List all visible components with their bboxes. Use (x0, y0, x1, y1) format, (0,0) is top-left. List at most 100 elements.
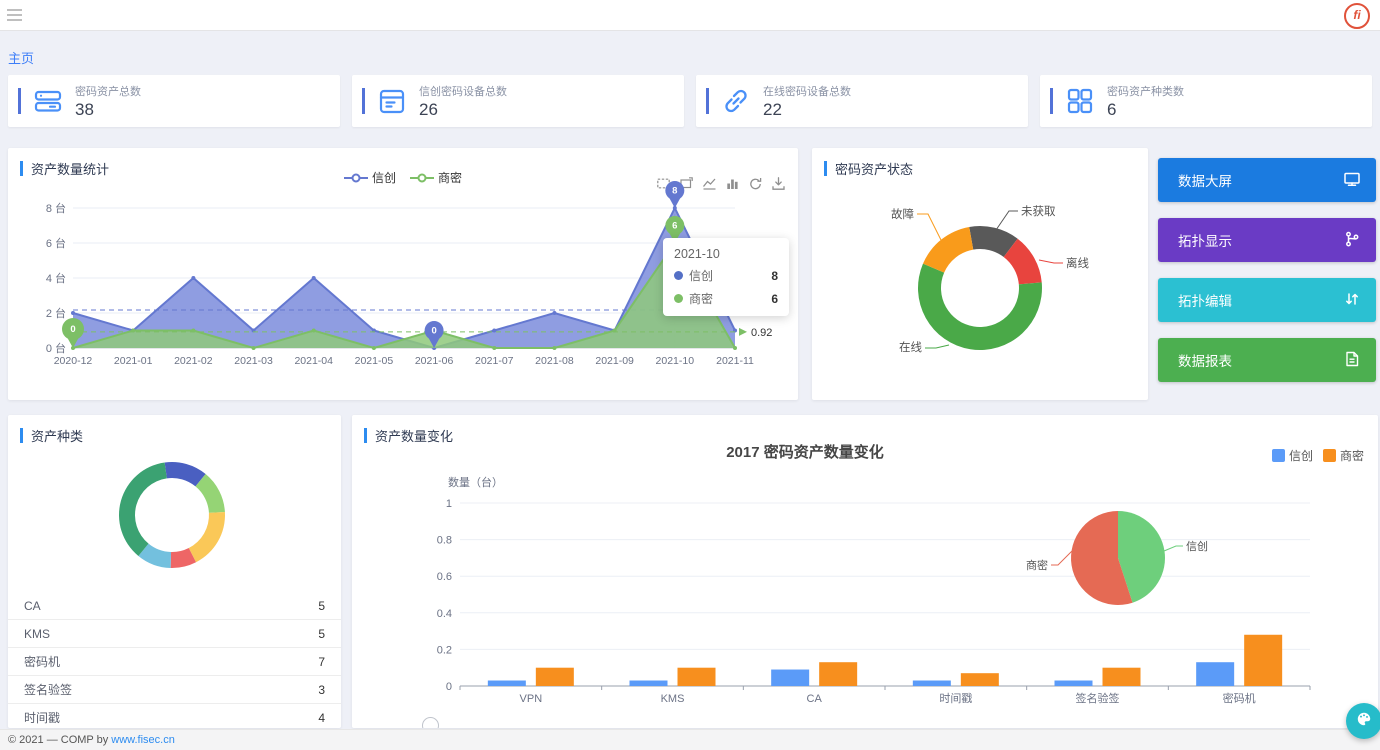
svg-text:信创: 信创 (1186, 540, 1208, 553)
svg-text:2021-04: 2021-04 (294, 355, 333, 367)
svg-text:6 台: 6 台 (46, 236, 66, 250)
stat-card-total-assets: 密码资产总数 38 (8, 75, 340, 127)
footer: © 2021 — COMP by www.fisec.cn (0, 729, 1380, 750)
svg-text:离线: 离线 (1066, 256, 1089, 270)
fisec-logo-icon[interactable]: fi (1344, 3, 1370, 29)
svg-text:2021-08: 2021-08 (535, 355, 574, 367)
quick-actions: 数据大屏 拓扑显示 拓扑编辑 数据报表 (1158, 158, 1376, 382)
asset-status-donut-chart[interactable]: 未获取离线在线故障 (812, 182, 1148, 396)
menu-icon[interactable] (7, 9, 22, 24)
stat-label: 密码资产种类数 (1107, 83, 1184, 99)
accent-bar (362, 88, 365, 114)
stat-label: 密码资产总数 (75, 83, 141, 99)
svg-text:0.8: 0.8 (437, 535, 452, 547)
server-icon (33, 86, 63, 116)
tooltip-row: 商密6 (674, 290, 778, 307)
stat-card-online-devices: 在线密码设备总数 22 (696, 75, 1028, 127)
stat-card-xinchuang-devices: 信创密码设备总数 26 (352, 75, 684, 127)
copyright-text: © 2021 — COMP by (8, 734, 111, 746)
svg-text:0: 0 (431, 326, 436, 337)
type-row: 签名验签3 (8, 676, 341, 704)
breadcrumb[interactable]: 主页 (8, 48, 34, 67)
svg-text:0.6: 0.6 (437, 571, 452, 583)
svg-text:0 台: 0 台 (46, 341, 66, 355)
button-label: 拓扑显示 (1178, 230, 1232, 250)
svg-text:2021-11: 2021-11 (716, 355, 754, 367)
svg-text:时间戳: 时间戳 (939, 692, 972, 705)
svg-text:2021-10: 2021-10 (656, 355, 695, 367)
svg-text:商密: 商密 (1026, 558, 1048, 572)
svg-text:2021-07: 2021-07 (475, 355, 514, 367)
svg-text:2021-02: 2021-02 (174, 355, 213, 367)
svg-text:4 台: 4 台 (46, 271, 66, 285)
asset-types-panel: 资产种类 CA5KMS5密码机7签名验签3时间戳4 (8, 415, 341, 728)
svg-text:2020-12: 2020-12 (54, 355, 93, 367)
monitor-icon (1344, 171, 1360, 190)
svg-text:CA: CA (807, 693, 823, 705)
svg-text:1: 1 (446, 498, 452, 510)
type-row: KMS5 (8, 620, 341, 648)
grid-icon (1065, 86, 1095, 116)
theme-fab-button[interactable] (1346, 703, 1380, 739)
svg-text:KMS: KMS (661, 693, 685, 705)
title-accent (824, 161, 827, 176)
hidden-control-circle (422, 717, 439, 728)
type-row: 时间戳4 (8, 704, 341, 728)
topology-view-button[interactable]: 拓扑显示 (1158, 218, 1376, 262)
accent-bar (1050, 88, 1053, 114)
button-label: 数据大屏 (1178, 170, 1232, 190)
svg-text:数量（台）: 数量（台） (448, 475, 503, 489)
accent-bar (706, 88, 709, 114)
svg-text:VPN: VPN (520, 693, 543, 705)
stat-label: 在线密码设备总数 (763, 83, 851, 99)
svg-text:故障: 故障 (891, 207, 914, 221)
panel-title: 密码资产状态 (835, 159, 913, 178)
svg-text:0.92: 0.92 (751, 327, 772, 339)
asset-type-list: CA5KMS5密码机7签名验签3时间戳4 (8, 592, 341, 728)
asset-change-bar-chart[interactable]: 00.20.40.60.81数量（台）VPNKMSCA时间戳签名验签密码机信创商… (360, 470, 1370, 720)
data-screen-button[interactable]: 数据大屏 (1158, 158, 1376, 202)
button-label: 拓扑编辑 (1178, 290, 1232, 310)
device-card-icon (377, 86, 407, 116)
legend-item-商密[interactable]: 商密 (1323, 447, 1364, 464)
edit-topology-icon (1344, 291, 1360, 310)
svg-text:签名验签: 签名验签 (1076, 691, 1120, 705)
stat-value: 26 (419, 100, 507, 120)
asset-count-panel: 资产数量统计 信创商密 0 台2 台4 台6 台8 台2020-122021-0… (8, 148, 798, 400)
chart-title: 2017 密码资产数量变化 (352, 441, 1258, 462)
stat-label: 信创密码设备总数 (419, 83, 507, 99)
type-row: CA5 (8, 592, 341, 620)
button-label: 数据报表 (1178, 350, 1232, 370)
asset-types-donut-chart[interactable] (8, 443, 341, 591)
svg-text:2021-09: 2021-09 (595, 355, 634, 367)
svg-text:0.2: 0.2 (437, 644, 452, 656)
asset-status-panel: 密码资产状态 未获取离线在线故障 (812, 148, 1148, 400)
fisec-link[interactable]: www.fisec.cn (111, 734, 175, 746)
stats-row: 密码资产总数 38 信创密码设备总数 26 在线密码设备总数 22 密码资产种类… (8, 75, 1372, 127)
stat-value: 6 (1107, 100, 1184, 120)
title-accent (20, 428, 23, 443)
link-icon (721, 86, 751, 116)
svg-text:8 台: 8 台 (46, 201, 66, 215)
data-report-button[interactable]: 数据报表 (1158, 338, 1376, 382)
svg-text:0.4: 0.4 (437, 608, 452, 620)
svg-text:0: 0 (446, 681, 452, 693)
svg-text:6: 6 (672, 221, 677, 232)
report-icon (1344, 351, 1360, 370)
chart-tooltip: 2021-10 信创8商密6 (663, 238, 789, 316)
palette-icon (1355, 710, 1373, 733)
top-navbar: fi (0, 0, 1380, 31)
svg-text:未获取: 未获取 (1021, 205, 1056, 218)
svg-text:2 台: 2 台 (46, 306, 66, 320)
tooltip-row: 信创8 (674, 267, 778, 284)
svg-text:8: 8 (672, 186, 677, 197)
topology-icon (1344, 231, 1360, 250)
svg-text:2021-06: 2021-06 (415, 355, 454, 367)
svg-text:0: 0 (70, 324, 75, 335)
stat-value: 38 (75, 100, 141, 120)
legend-item-信创[interactable]: 信创 (1272, 447, 1313, 464)
accent-bar (18, 88, 21, 114)
stat-card-asset-types: 密码资产种类数 6 (1040, 75, 1372, 127)
svg-text:2021-03: 2021-03 (234, 355, 273, 367)
topology-edit-button[interactable]: 拓扑编辑 (1158, 278, 1376, 322)
